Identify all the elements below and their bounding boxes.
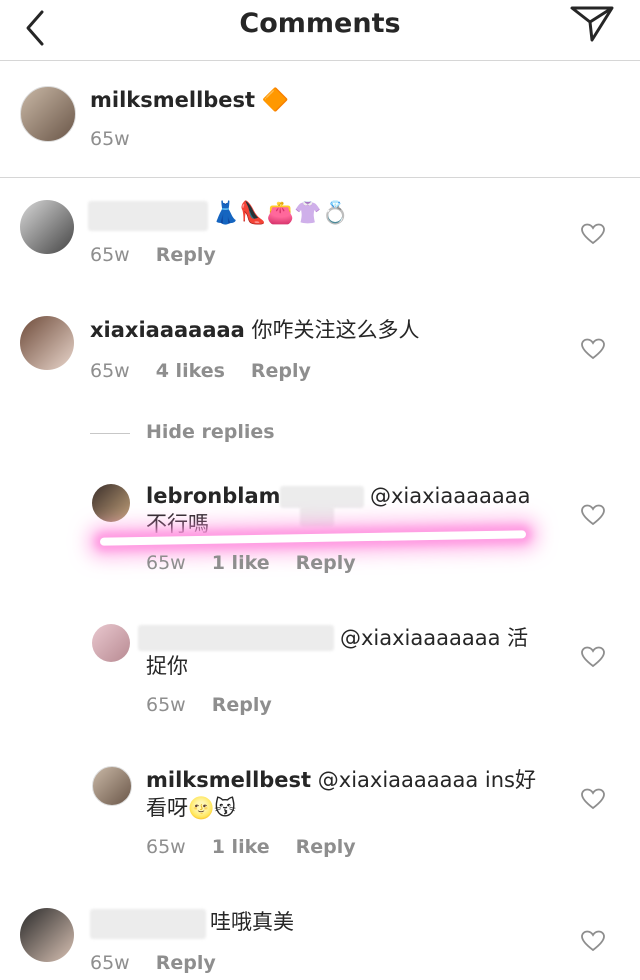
hide-replies-line (90, 433, 130, 434)
reply-time: 65w (146, 694, 186, 716)
heart-icon[interactable] (581, 930, 605, 952)
reply-button[interactable]: Reply (212, 694, 272, 716)
reply-meta: 65w 1 like Reply (146, 836, 382, 858)
reply-text: 看呀🌝😽 (146, 796, 237, 820)
avatar[interactable] (20, 200, 74, 254)
reply-body: milksmellbest @xiaxiaaaaaaa ins好 (146, 766, 536, 794)
reply-meta: 65w Reply (146, 694, 298, 716)
reply-button[interactable]: Reply (296, 552, 356, 574)
comment-meta: 65w Reply (90, 952, 242, 974)
reply-mention[interactable]: @xiaxiaaaaaaa 活 (340, 624, 528, 652)
comment-meta: 65w 4 likes Reply (90, 360, 337, 382)
comment-text: 哇哦真美 (210, 910, 294, 934)
comment-time: 65w (90, 360, 130, 382)
send-icon[interactable] (568, 2, 616, 46)
avatar[interactable] (92, 484, 130, 522)
blurred-username (90, 909, 206, 939)
hide-replies-button[interactable]: Hide replies (146, 421, 275, 443)
reply-meta: 65w 1 like Reply (146, 552, 382, 574)
verified-badge-icon: 🔶 (261, 88, 290, 113)
comment-body: xiaxiaaaaaaa 你咋关注这么多人 (90, 316, 420, 344)
reply-text: 不行嗎 (146, 512, 209, 536)
avatar[interactable] (20, 316, 74, 370)
heart-icon[interactable] (581, 646, 605, 668)
reply-username[interactable]: lebronblam (146, 484, 281, 508)
avatar[interactable] (20, 908, 74, 962)
reply-time: 65w (146, 552, 186, 574)
reply-button[interactable]: Reply (296, 836, 356, 858)
likes-count[interactable]: 4 likes (156, 360, 225, 382)
post-time: 65w (90, 128, 130, 150)
avatar[interactable] (92, 624, 130, 662)
heart-icon[interactable] (581, 338, 605, 360)
page-title: Comments (239, 8, 401, 39)
comment-time: 65w (90, 244, 130, 266)
avatar[interactable] (20, 86, 76, 142)
comment-meta: 65w Reply (90, 244, 242, 266)
likes-count[interactable]: 1 like (212, 836, 270, 858)
reply-button[interactable]: Reply (156, 244, 216, 266)
reply-body: lebronblam (146, 482, 281, 510)
comment-time: 65w (90, 952, 130, 974)
comment-text: 你咋关注这么多人 (251, 318, 420, 342)
heart-icon[interactable] (581, 504, 605, 526)
reply-button[interactable]: Reply (156, 952, 216, 974)
reply-button[interactable]: Reply (251, 360, 311, 382)
reply-time: 65w (146, 836, 186, 858)
heart-icon[interactable] (581, 223, 605, 245)
post-author[interactable]: milksmellbest 🔶 (90, 86, 289, 115)
comment-username[interactable]: xiaxiaaaaaaa (90, 318, 245, 342)
blurred-username (300, 505, 334, 527)
reply-text: 捉你 (146, 654, 188, 678)
comment-text: 👗👠👛👚💍 (212, 201, 349, 226)
likes-count[interactable]: 1 like (212, 552, 270, 574)
blurred-username (138, 625, 334, 651)
heart-icon[interactable] (581, 788, 605, 810)
blurred-username (88, 201, 208, 231)
divider (0, 177, 640, 178)
reply-mention[interactable]: @xiaxiaaaaaaa ins好 (318, 768, 536, 792)
avatar[interactable] (92, 766, 132, 806)
reply-username[interactable]: milksmellbest (146, 768, 311, 792)
reply-mention[interactable]: @xiaxiaaaaaaa (370, 482, 530, 510)
